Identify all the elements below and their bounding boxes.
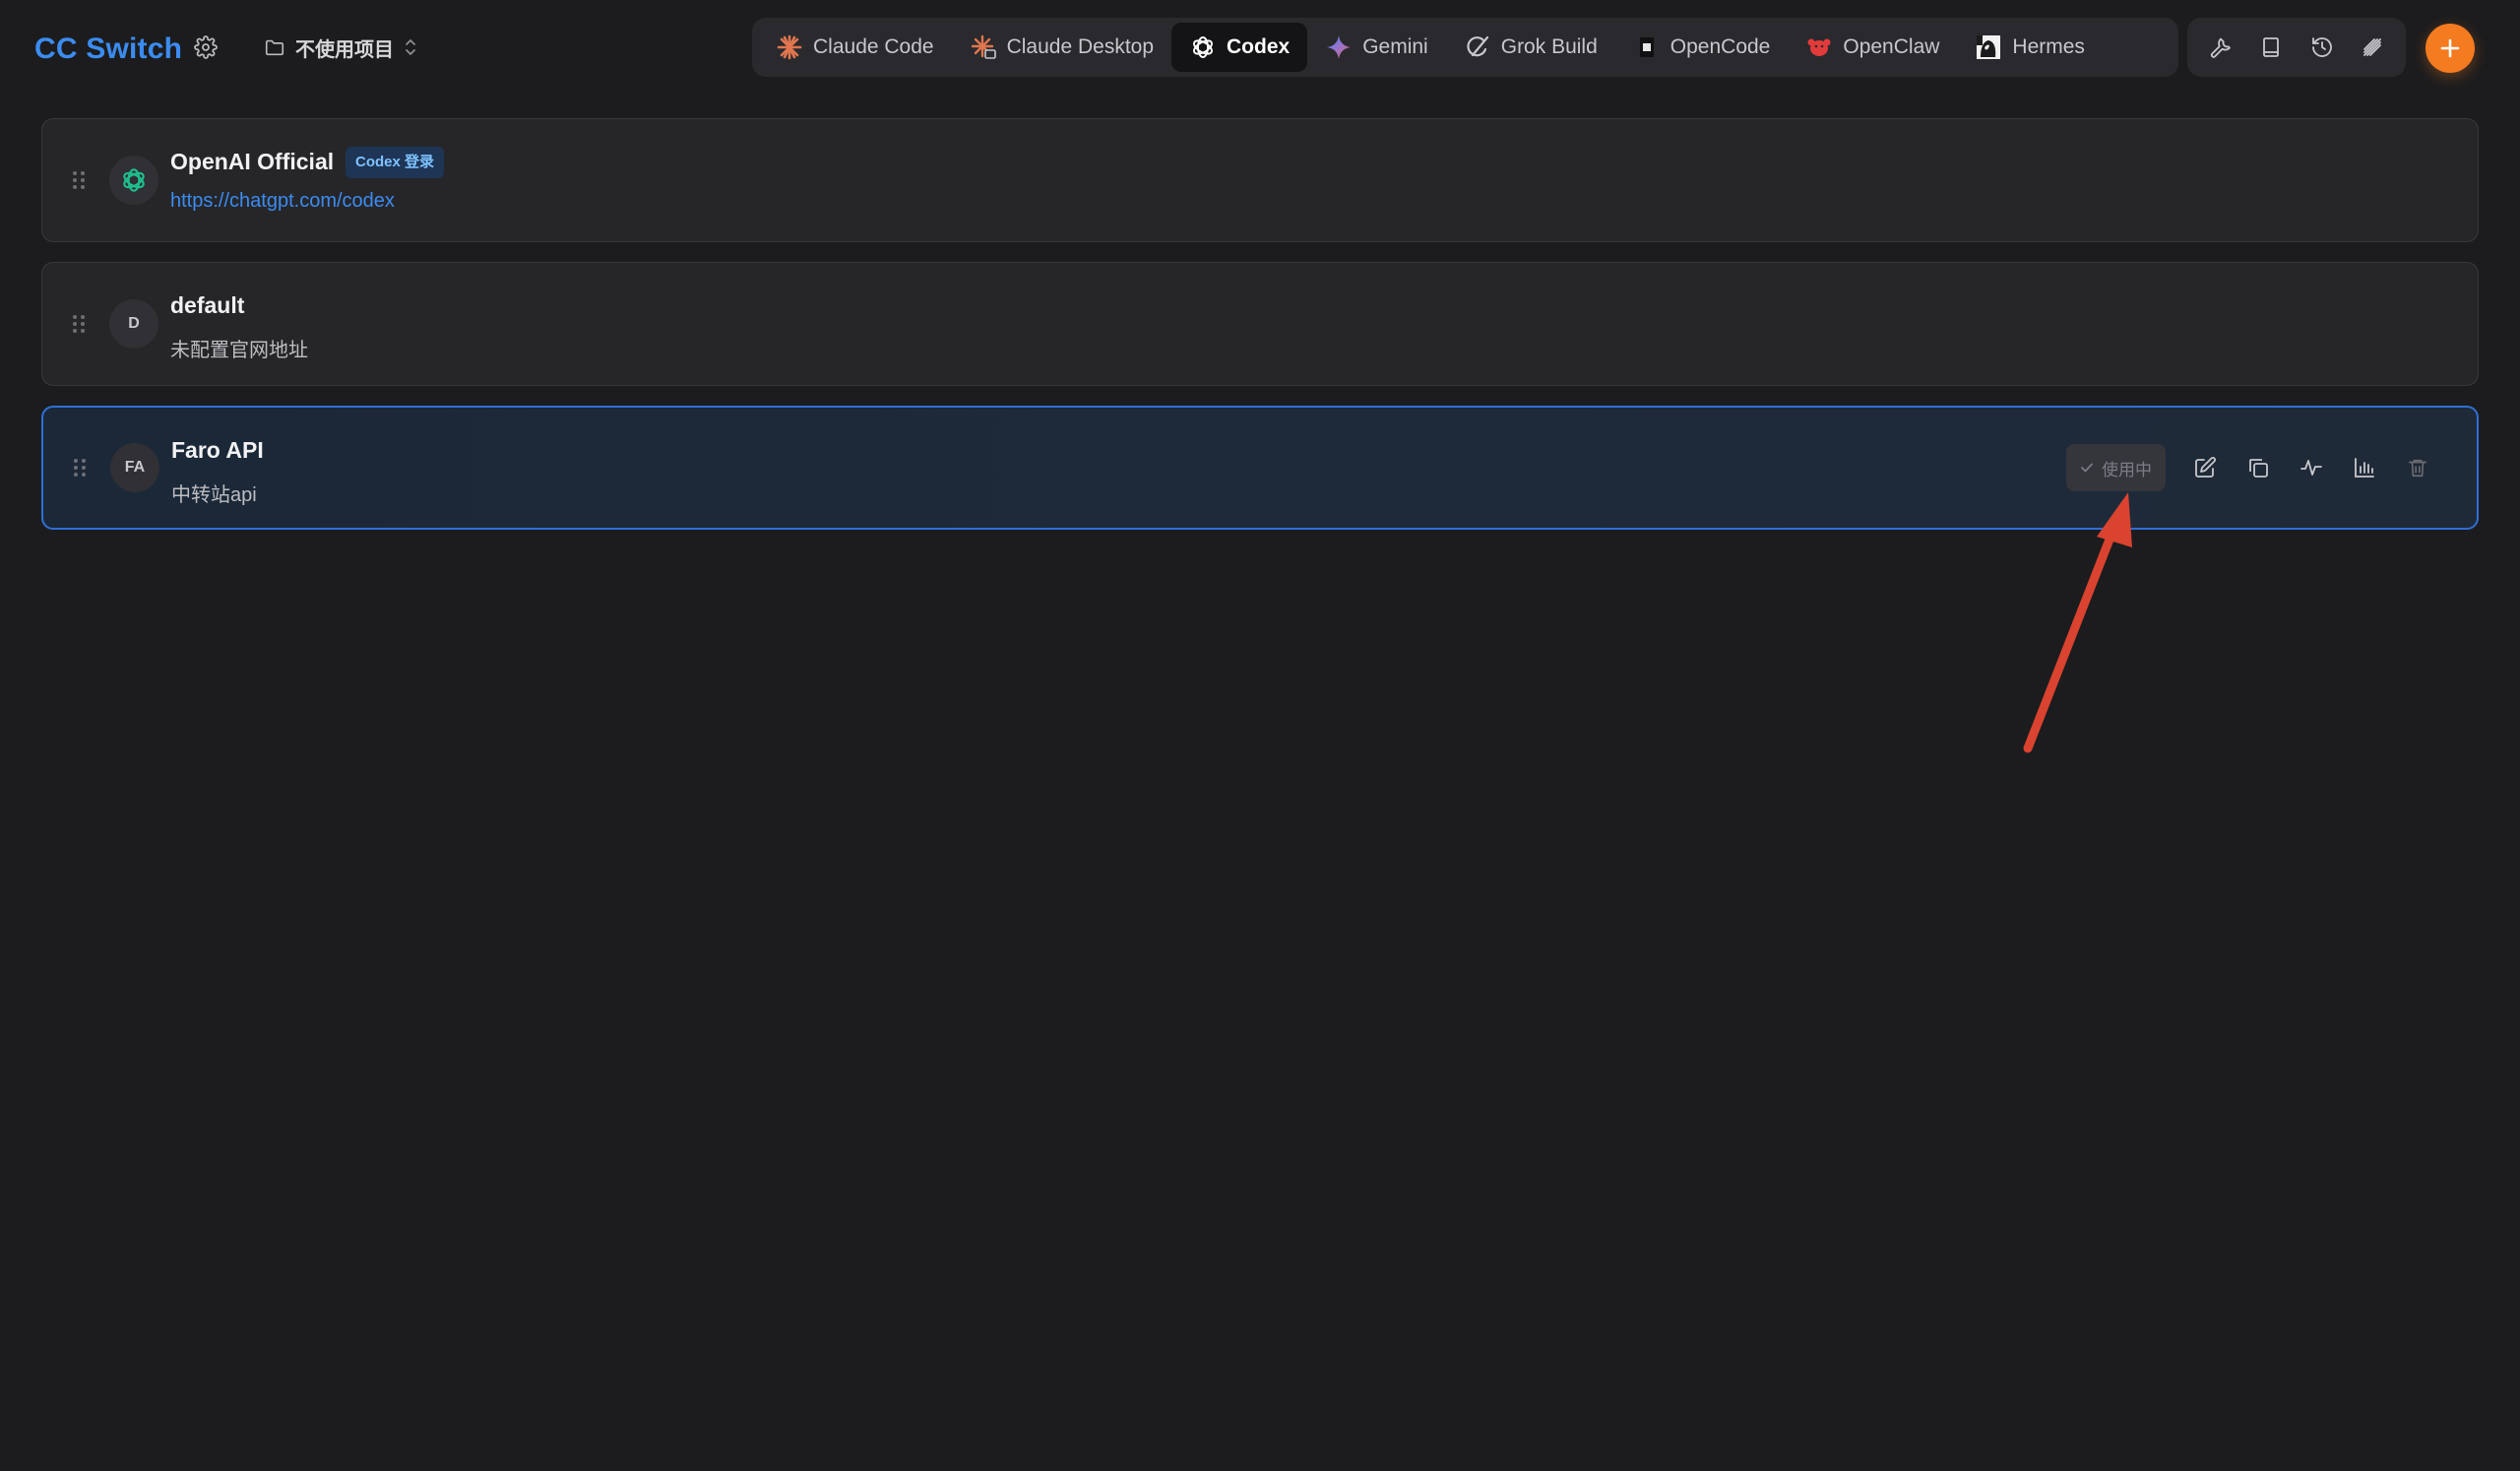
plus-icon (2440, 38, 2460, 58)
provider-actions: 使用中 (2066, 444, 2439, 491)
codex-login-badge: Codex 登录 (346, 147, 445, 178)
settings-button[interactable] (190, 32, 221, 63)
bar-chart-icon (2355, 458, 2374, 478)
trash-icon (2408, 459, 2427, 478)
test-button[interactable] (2290, 446, 2333, 489)
tab-label: OpenCode (1670, 35, 1771, 58)
folder-icon (265, 39, 284, 56)
app-title: CC Switch (34, 32, 183, 65)
provider-name: Faro API (171, 437, 264, 463)
duplicate-button[interactable] (2236, 446, 2280, 489)
tab-claude-desktop[interactable]: Claude Desktop (952, 23, 1171, 72)
app-tabs: Claude Code Claude Desktop Codex Gemini … (752, 18, 2178, 77)
project-selector-label: 不使用项目 (295, 38, 394, 61)
grip-icon (74, 459, 86, 477)
provider-card-faro-api[interactable]: FA Faro API 中转站api 使用中 (41, 406, 2479, 530)
grip-icon (73, 315, 85, 333)
gear-icon (194, 35, 218, 59)
tab-grok-build[interactable]: Grok Build (1446, 23, 1615, 72)
drag-handle[interactable] (70, 312, 88, 336)
broadcast-icon (2363, 38, 2382, 56)
gemini-icon (1325, 33, 1353, 61)
openai-logo-icon (123, 168, 145, 192)
in-use-button[interactable]: 使用中 (2066, 444, 2166, 491)
tab-codex[interactable]: Codex (1171, 23, 1308, 72)
avatar: D (109, 299, 158, 349)
history-icon (2311, 37, 2332, 57)
tab-label: OpenClaw (1843, 35, 1940, 58)
opencode-icon (1633, 33, 1661, 61)
broadcast-button[interactable] (2351, 26, 2394, 69)
hermes-icon (1975, 33, 2002, 61)
tab-label: Claude Desktop (1006, 35, 1155, 58)
grip-icon (73, 171, 85, 189)
tab-label: Gemini (1362, 35, 1428, 58)
provider-card-openai-official[interactable]: OpenAI Official Codex 登录 https://chatgpt… (41, 118, 2479, 242)
tab-openclaw[interactable]: OpenClaw (1788, 23, 1957, 72)
in-use-label: 使用中 (2102, 460, 2152, 480)
tab-gemini[interactable]: Gemini (1307, 23, 1446, 72)
provider-subtitle: 未配置官网地址 (170, 340, 308, 361)
edit-button[interactable] (2183, 446, 2227, 489)
delete-button[interactable] (2396, 446, 2439, 489)
app-header: CC Switch 不使用项目 Claude Code Claude Deskt… (0, 0, 2520, 98)
edit-icon (2195, 457, 2216, 478)
drag-handle[interactable] (71, 456, 89, 480)
stats-button[interactable] (2343, 446, 2386, 489)
project-selector[interactable]: 不使用项目 (264, 30, 417, 65)
tools-button[interactable] (2199, 26, 2242, 69)
claude-code-icon (776, 33, 803, 61)
chevron-updown-icon (406, 39, 415, 55)
wrench-icon (2210, 37, 2231, 58)
check-icon (2081, 463, 2093, 473)
avatar (109, 156, 158, 205)
tab-label: Grok Build (1500, 35, 1598, 58)
tab-label: Hermes (2012, 35, 2085, 58)
provider-website-link[interactable]: https://chatgpt.com/codex (170, 190, 395, 213)
add-provider-button[interactable] (2426, 24, 2475, 73)
tab-label: Codex (1227, 35, 1291, 58)
tab-claude-code[interactable]: Claude Code (758, 23, 952, 72)
drag-handle[interactable] (70, 168, 88, 192)
tab-hermes[interactable]: Hermes (1957, 23, 2103, 72)
openai-icon (1189, 33, 1217, 61)
provider-subtitle: 中转站api (171, 484, 257, 506)
tab-opencode[interactable]: OpenCode (1615, 23, 1789, 72)
toolbar (2187, 18, 2406, 77)
duplicate-icon (2249, 459, 2268, 478)
claude-desktop-icon (970, 33, 997, 61)
book-icon (2263, 37, 2280, 57)
history-button[interactable] (2300, 26, 2344, 69)
grok-icon (1464, 33, 1491, 61)
avatar: FA (110, 443, 159, 492)
docs-button[interactable] (2249, 26, 2293, 69)
provider-card-default[interactable]: D default 未配置官网地址 (41, 262, 2479, 386)
provider-name: default (170, 292, 245, 318)
tab-label: Claude Code (813, 35, 934, 58)
openclaw-icon (1805, 33, 1833, 61)
activity-icon (2300, 460, 2322, 476)
provider-name: OpenAI Official (170, 149, 335, 174)
